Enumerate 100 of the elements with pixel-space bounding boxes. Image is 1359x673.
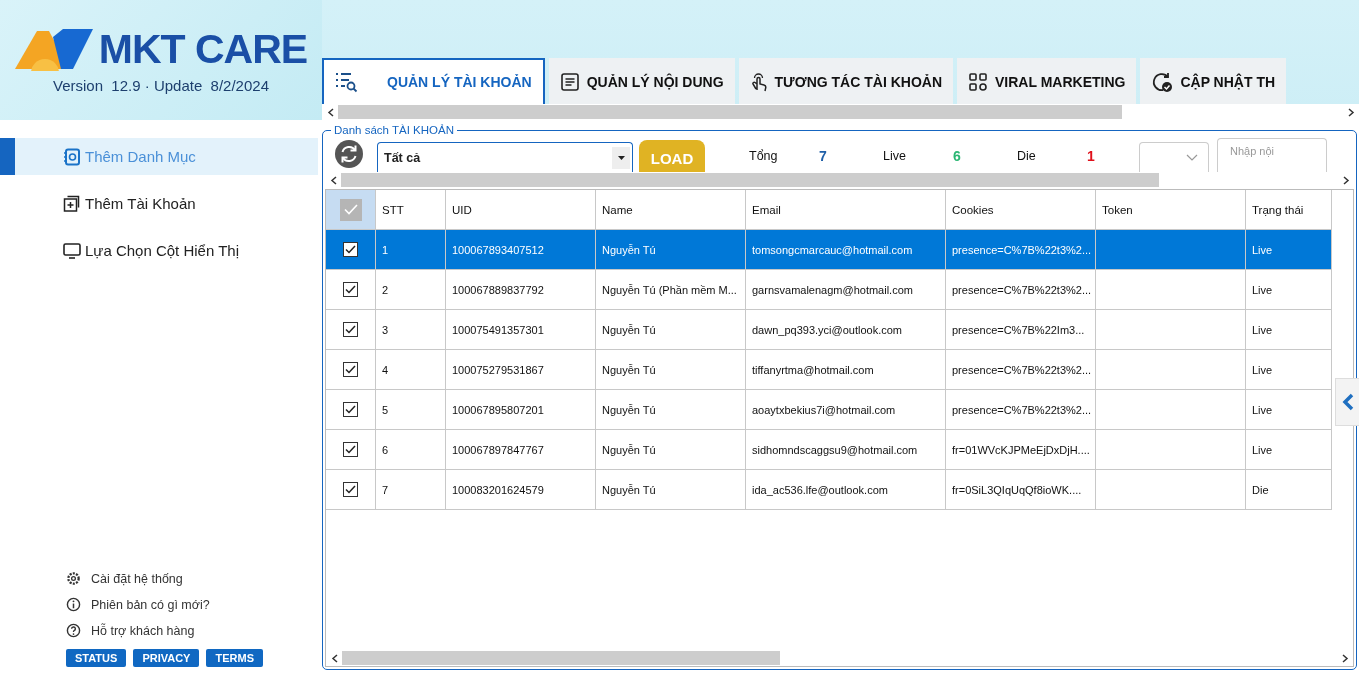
help-icon xyxy=(66,623,81,638)
check-icon xyxy=(345,245,356,254)
search-field[interactable]: Nhập nội xyxy=(1217,138,1327,172)
table-cell: 100067897847767 xyxy=(452,443,544,456)
table-cell: 100067889837792 xyxy=(452,283,544,296)
table-cell: Die xyxy=(1252,483,1269,496)
table-cell: 100067895807201 xyxy=(452,403,544,416)
column-header[interactable]: Trạng thái xyxy=(1252,203,1304,216)
table-row[interactable]: 5 100067895807201 Nguyễn Tú aoaytxbekius7i@hotmail.com presence=C%7B%22t3%2... Live xyxy=(326,390,1332,430)
refresh-icon[interactable] xyxy=(335,140,363,168)
table-cell: tiffanyrtma@hotmail.com xyxy=(752,363,874,376)
table-cell: 7 xyxy=(382,483,389,496)
table-cell: 2 xyxy=(382,283,389,296)
collapse-tab[interactable] xyxy=(1335,378,1359,426)
address-book-icon xyxy=(63,147,81,166)
table-cell: Live xyxy=(1252,443,1273,456)
table-cell: aoaytxbekius7i@hotmail.com xyxy=(752,403,896,416)
tab[interactable]: CẬP NHẬT TH xyxy=(1140,58,1287,104)
table-cell: Nguyễn Tú (Phần mềm M... xyxy=(602,283,737,296)
version-text: Version 12.9 · Update 8/2/2024 xyxy=(53,76,269,94)
check-icon xyxy=(345,285,356,294)
table-cell: fr=01WVcKJPMeEjDxDjH.... xyxy=(952,443,1090,456)
row-checkbox[interactable] xyxy=(343,442,358,457)
sidebar-item[interactable]: Lựa Chọn Cột Hiển Thị xyxy=(0,232,318,269)
document-icon xyxy=(559,72,580,92)
table-cell: Live xyxy=(1252,283,1273,296)
column-header[interactable]: STT xyxy=(382,203,404,216)
table-cell: 1 xyxy=(382,243,389,256)
table-row[interactable]: 4 100075279531867 Nguyễn Tú tiffanyrtma@hotmail.com presence=C%7B%22t3%2... Live xyxy=(326,350,1332,390)
table-cell: Nguyễn Tú xyxy=(602,403,656,416)
check-icon xyxy=(345,445,356,454)
footer-button[interactable]: PRIVACY xyxy=(133,649,200,667)
scroll-right-icon[interactable] xyxy=(1347,107,1355,117)
table-row[interactable]: 3 100075491357301 Nguyễn Tú dawn_pq393.yci@outlook.com presence=C%7B%22Im3... Live xyxy=(326,310,1332,350)
footer-button[interactable]: TERMS xyxy=(206,649,263,667)
tab[interactable]: VIRAL MARKETING xyxy=(957,58,1137,104)
panel-title: Danh sách TÀI KHOẢN xyxy=(333,124,455,136)
table-cell: presence=C%7B%22t3%2... xyxy=(952,283,1092,296)
table-row[interactable]: 7 100083201624579 Nguyễn Tú ida_ac536.lfe@outlook.com fr=0SiL3QIqUqQf8ioWK.... Die xyxy=(326,470,1332,510)
table-row[interactable]: 1 100067893407512 Nguyễn Tú tomsongcmarcauc@hotmail.com presence=C%7B%22t3%2... Live xyxy=(326,230,1332,270)
row-checkbox[interactable] xyxy=(343,322,358,337)
table-cell: sidhomndscaggsu9@hotmail.com xyxy=(752,443,918,456)
table-row[interactable]: 6 100067897847767 Nguyễn Tú sidhomndscaggsu9@hotmail.com fr=01WVcKJPMeEjDxDjH.... Live xyxy=(326,430,1332,470)
table-cell: Nguyễn Tú xyxy=(602,483,656,496)
tab[interactable]: TƯƠNG TÁC TÀI KHOẢN xyxy=(738,58,953,104)
table-cell: Live xyxy=(1252,403,1273,416)
table-cell: Live xyxy=(1252,323,1273,336)
chevron-left-icon xyxy=(1341,393,1354,411)
table-cell: Nguyễn Tú xyxy=(602,323,656,336)
table-cell: tomsongcmarcauc@hotmail.com xyxy=(752,243,913,256)
table-cell: 5 xyxy=(382,403,389,416)
stat-label: Live xyxy=(883,148,907,163)
footer-link[interactable]: Hỗ trợ khách hàng xyxy=(66,623,322,638)
scroll-right-icon[interactable] xyxy=(1341,653,1349,663)
table-cell: presence=C%7B%22t3%2... xyxy=(952,363,1092,376)
check-icon xyxy=(345,325,356,334)
row-checkbox[interactable] xyxy=(343,482,358,497)
stat-value: 1 xyxy=(1087,147,1096,164)
footer-button[interactable]: STATUS xyxy=(66,649,127,667)
column-header[interactable]: Email xyxy=(752,203,781,216)
stat-value: 6 xyxy=(953,147,962,164)
row-checkbox[interactable] xyxy=(343,282,358,297)
info-icon xyxy=(66,597,81,612)
column-header[interactable]: Token xyxy=(1102,203,1133,216)
table-cell: fr=0SiL3QIqUqQf8ioWK.... xyxy=(952,483,1082,496)
check-icon xyxy=(345,405,356,414)
scroll-left-icon[interactable] xyxy=(326,107,334,117)
column-header[interactable]: Name xyxy=(602,203,633,216)
check-icon xyxy=(345,365,356,374)
tab[interactable]: QUẢN LÝ TÀI KHOẢN xyxy=(322,58,545,104)
list-search-icon xyxy=(335,71,359,93)
scroll-right-icon[interactable] xyxy=(1342,175,1350,185)
table-cell: 100075279531867 xyxy=(452,363,544,376)
refresh-check-icon xyxy=(1151,71,1174,93)
scroll-left-icon[interactable] xyxy=(330,653,338,663)
table-cell: presence=C%7B%22t3%2... xyxy=(952,243,1092,256)
monitor-icon xyxy=(63,241,81,260)
table-cell: 4 xyxy=(382,363,389,376)
stat-value: 7 xyxy=(819,147,828,164)
table-cell: 100083201624579 xyxy=(452,483,544,496)
table-cell: 6 xyxy=(382,443,389,456)
tab[interactable]: QUẢN LÝ NỘI DUNG xyxy=(548,58,735,104)
column-header[interactable]: Cookies xyxy=(952,203,994,216)
sidebar-item[interactable]: Thêm Tài Khoản xyxy=(0,185,318,222)
table-cell: Live xyxy=(1252,243,1273,256)
column-header[interactable]: UID xyxy=(452,203,472,216)
add-square-icon xyxy=(63,194,81,213)
row-checkbox[interactable] xyxy=(343,362,358,377)
footer-link[interactable]: Phiên bản có gì mới? xyxy=(66,597,322,612)
scroll-left-icon[interactable] xyxy=(329,175,337,185)
footer-link[interactable]: Cài đặt hệ thống xyxy=(66,571,322,586)
table-cell: presence=C%7B%22t3%2... xyxy=(952,403,1092,416)
stat-label: Tổng xyxy=(749,148,779,163)
table-row[interactable]: 2 100067889837792 Nguyễn Tú (Phần mềm M... garnsvamalenagm@hotmail.com presence=C%7B%22t3%2... Live xyxy=(326,270,1332,310)
row-checkbox[interactable] xyxy=(343,242,358,257)
stat-label: Die xyxy=(1017,148,1037,163)
chevron-down-icon xyxy=(1186,154,1198,161)
select-all-checkbox[interactable] xyxy=(339,198,362,221)
row-checkbox[interactable] xyxy=(343,402,358,417)
table-cell: 3 xyxy=(382,323,389,336)
